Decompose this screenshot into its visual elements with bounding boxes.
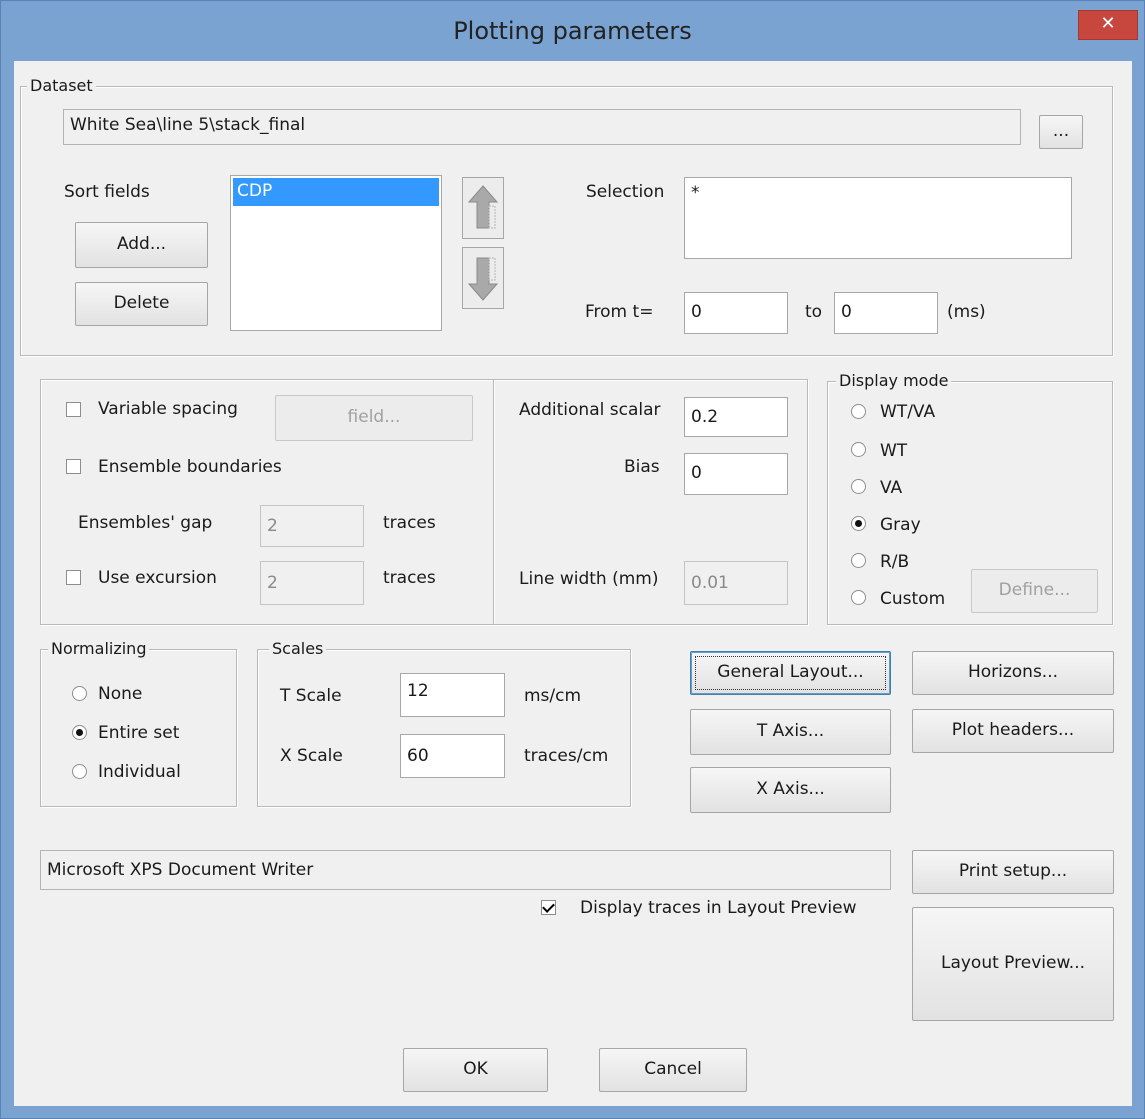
ensembles-gap-unit: traces xyxy=(383,513,436,533)
display-mode-custom-radio[interactable] xyxy=(851,590,866,605)
print-setup-button[interactable]: Print setup... xyxy=(912,850,1114,894)
layout-preview-button[interactable]: Layout Preview... xyxy=(912,907,1114,1021)
ensemble-boundaries-checkbox[interactable] xyxy=(66,459,81,474)
to-time-input[interactable]: 0 xyxy=(834,292,938,334)
ensembles-gap-input[interactable]: 2 xyxy=(260,505,364,547)
normalizing-individual-label: Individual xyxy=(98,762,181,782)
display-traces-label: Display traces in Layout Preview xyxy=(580,898,857,918)
arrow-down-icon xyxy=(467,257,499,301)
from-time-label: From t= xyxy=(585,302,654,322)
excursion-input[interactable]: 2 xyxy=(260,561,364,605)
display-mode-legend: Display mode xyxy=(836,372,952,390)
from-time-input[interactable]: 0 xyxy=(684,292,788,334)
excursion-unit: traces xyxy=(383,568,436,588)
x-scale-unit: traces/cm xyxy=(524,746,609,766)
move-down-button[interactable] xyxy=(462,247,504,309)
normalizing-legend: Normalizing xyxy=(48,640,150,658)
additional-scalar-input[interactable]: 0.2 xyxy=(684,397,788,437)
to-label: to xyxy=(805,302,823,322)
move-up-button[interactable] xyxy=(462,177,504,239)
printer-name-field[interactable]: Microsoft XPS Document Writer xyxy=(40,850,891,890)
dataset-path-field[interactable]: White Sea\line 5\stack_final xyxy=(63,109,1021,145)
display-mode-custom-label: Custom xyxy=(880,589,946,609)
t-scale-unit: ms/cm xyxy=(524,686,582,706)
bias-input[interactable]: 0 xyxy=(684,453,788,495)
sort-fields-label: Sort fields xyxy=(64,182,150,202)
focus-indicator xyxy=(695,656,886,690)
additional-scalar-label: Additional scalar xyxy=(519,400,661,420)
line-width-input[interactable]: 0.01 xyxy=(684,561,788,605)
use-excursion-label: Use excursion xyxy=(98,568,217,588)
display-mode-va-label: VA xyxy=(880,478,903,498)
dialog-window: Plotting parameters ✕ Dataset White Sea\… xyxy=(0,0,1145,1119)
display-mode-wt-label: WT xyxy=(880,441,908,461)
x-axis-button[interactable]: X Axis... xyxy=(690,767,891,813)
time-unit-label: (ms) xyxy=(947,302,986,322)
ensembles-gap-label: Ensembles' gap xyxy=(78,513,213,533)
display-traces-checkbox[interactable] xyxy=(541,900,556,915)
horizons-button[interactable]: Horizons... xyxy=(912,651,1114,695)
x-scale-label: X Scale xyxy=(280,746,343,766)
normalizing-entire-set-label: Entire set xyxy=(98,723,180,743)
t-axis-button[interactable]: T Axis... xyxy=(690,709,891,755)
sort-fields-list[interactable]: CDP xyxy=(230,175,442,331)
t-scale-input[interactable]: 12 xyxy=(400,673,505,717)
x-scale-input[interactable]: 60 xyxy=(400,734,505,778)
sort-field-item[interactable]: CDP xyxy=(233,178,439,206)
normalizing-entire-set-radio[interactable] xyxy=(72,725,87,740)
display-mode-gray-label: Gray xyxy=(880,515,921,535)
t-scale-label: T Scale xyxy=(280,686,342,706)
bias-label: Bias xyxy=(624,457,660,477)
display-mode-rb-radio[interactable] xyxy=(851,553,866,568)
display-mode-rb-label: R/B xyxy=(880,552,910,572)
display-mode-wtva-radio[interactable] xyxy=(851,404,866,419)
scales-legend: Scales xyxy=(269,640,327,658)
ok-button[interactable]: OK xyxy=(403,1048,548,1092)
use-excursion-checkbox[interactable] xyxy=(66,570,81,585)
general-layout-button[interactable]: General Layout... xyxy=(690,651,891,695)
ensemble-boundaries-label: Ensemble boundaries xyxy=(98,457,282,477)
selection-label: Selection xyxy=(586,182,665,202)
delete-sort-field-button[interactable]: Delete xyxy=(75,282,208,326)
field-button[interactable]: field... xyxy=(275,395,473,441)
line-width-label: Line width (mm) xyxy=(519,569,659,589)
normalizing-none-label: None xyxy=(98,684,143,704)
dialog-client-area: Dataset White Sea\line 5\stack_final ...… xyxy=(14,61,1132,1106)
selection-input[interactable]: * xyxy=(684,177,1072,259)
display-mode-gray-radio[interactable] xyxy=(851,516,866,531)
dataset-legend: Dataset xyxy=(27,77,96,95)
variable-spacing-label: Variable spacing xyxy=(98,399,238,419)
normalizing-none-radio[interactable] xyxy=(72,686,87,701)
display-mode-va-radio[interactable] xyxy=(851,479,866,494)
window-title: Plotting parameters xyxy=(453,17,692,45)
plot-headers-button[interactable]: Plot headers... xyxy=(912,709,1114,753)
arrow-up-icon xyxy=(467,185,499,229)
normalizing-individual-radio[interactable] xyxy=(72,764,87,779)
display-mode-wtva-label: WT/VA xyxy=(880,402,936,422)
browse-dataset-button[interactable]: ... xyxy=(1039,115,1083,149)
variable-spacing-checkbox[interactable] xyxy=(66,402,81,417)
add-sort-field-button[interactable]: Add... xyxy=(75,222,208,268)
close-button[interactable]: ✕ xyxy=(1078,10,1138,40)
define-button[interactable]: Define... xyxy=(971,569,1098,613)
close-icon: ✕ xyxy=(1100,13,1116,34)
display-mode-wt-radio[interactable] xyxy=(851,442,866,457)
cancel-button[interactable]: Cancel xyxy=(599,1048,747,1092)
